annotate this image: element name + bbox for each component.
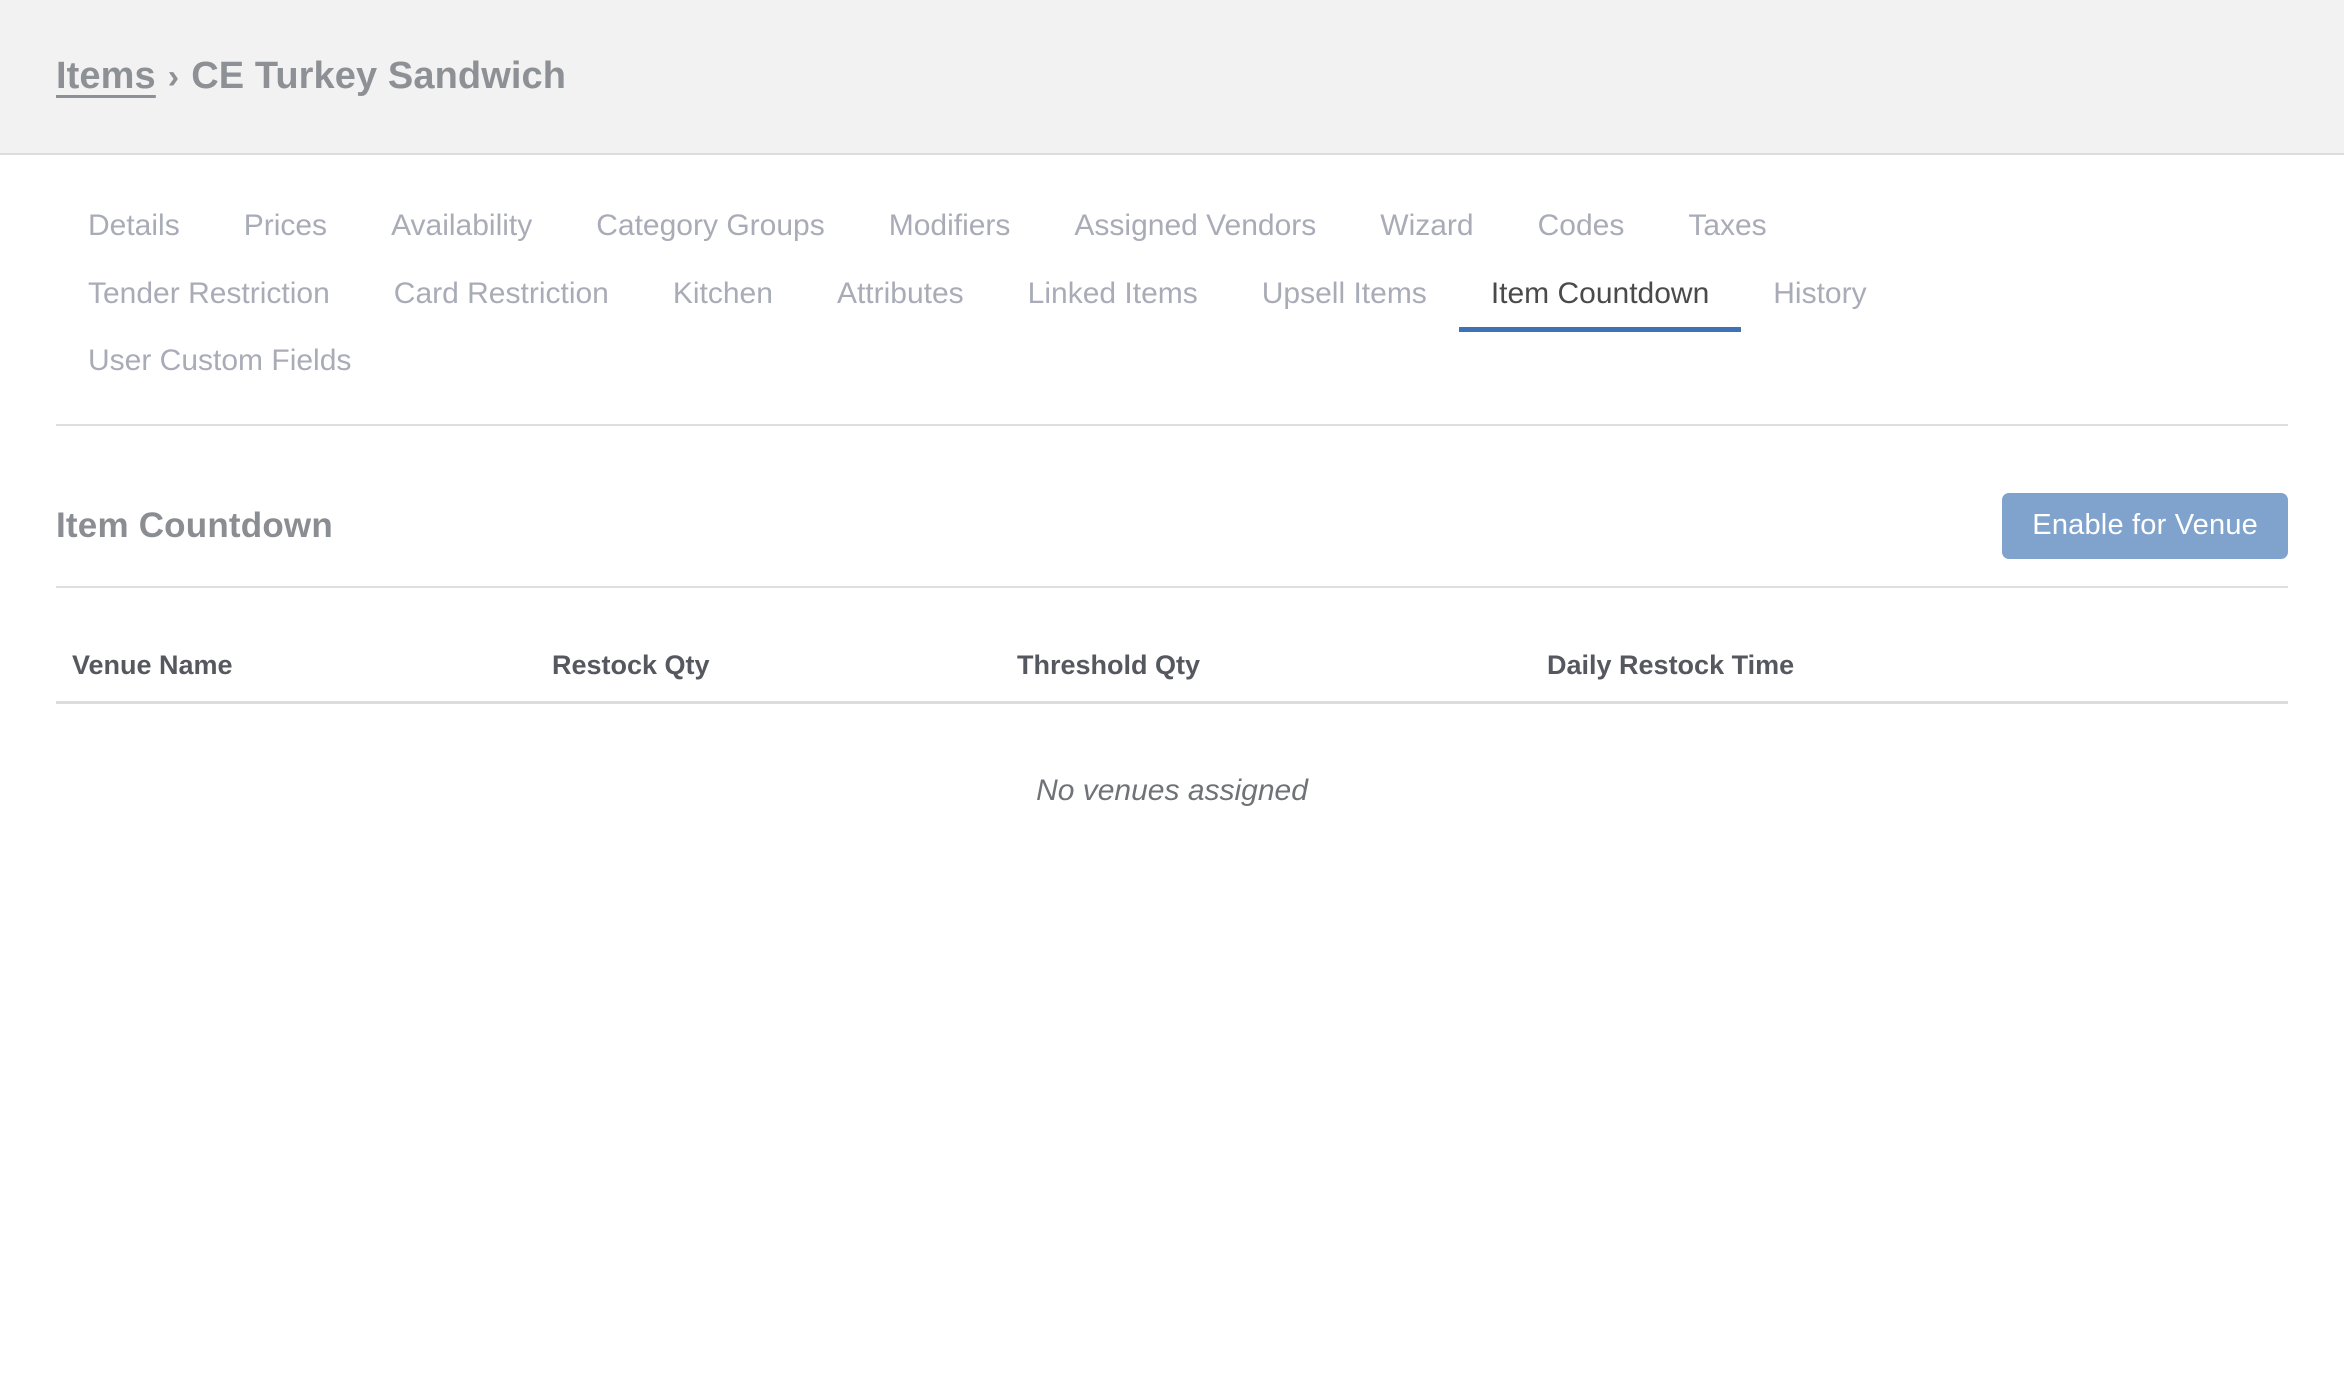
page-title: Item Countdown bbox=[56, 505, 333, 545]
tab-card-restriction[interactable]: Card Restriction bbox=[362, 265, 641, 333]
tab-item-countdown[interactable]: Item Countdown bbox=[1458, 265, 1742, 332]
tab-attributes[interactable]: Attributes bbox=[805, 265, 996, 333]
table-body: No venues assigned bbox=[56, 702, 2288, 808]
tab-navigation: Details Prices Availability Category Gro… bbox=[56, 155, 2288, 426]
column-header-restock-qty: Restock Qty bbox=[552, 587, 1017, 704]
breadcrumb: Items › CE Turkey Sandwich bbox=[56, 55, 566, 98]
breadcrumb-link-items[interactable]: Items bbox=[56, 55, 156, 98]
table-header: Venue Name Restock Qty Threshold Qty Dai… bbox=[56, 587, 2288, 704]
page-header: Items › CE Turkey Sandwich bbox=[0, 0, 2344, 155]
item-countdown-table: Venue Name Restock Qty Threshold Qty Dai… bbox=[56, 587, 2288, 808]
tab-linked-items[interactable]: Linked Items bbox=[996, 265, 1230, 333]
tab-history[interactable]: History bbox=[1741, 265, 1898, 333]
tab-row-2: Tender Restriction Card Restriction Kitc… bbox=[56, 265, 2288, 333]
breadcrumb-separator-icon: › bbox=[167, 58, 180, 96]
tab-upsell-items[interactable]: Upsell Items bbox=[1230, 265, 1459, 333]
tab-modifiers[interactable]: Modifiers bbox=[857, 197, 1043, 265]
tab-prices[interactable]: Prices bbox=[212, 197, 359, 265]
tab-assigned-vendors[interactable]: Assigned Vendors bbox=[1042, 197, 1348, 265]
enable-for-venue-button[interactable]: Enable for Venue bbox=[2002, 492, 2288, 559]
breadcrumb-current-item: CE Turkey Sandwich bbox=[191, 55, 567, 97]
tabs-region: Details Prices Availability Category Gro… bbox=[0, 155, 2344, 426]
column-header-daily-restock-time: Daily Restock Time bbox=[1547, 587, 2288, 704]
tab-wizard[interactable]: Wizard bbox=[1348, 197, 1505, 265]
tab-availability[interactable]: Availability bbox=[359, 197, 564, 265]
section-header: Item Countdown Enable for Venue bbox=[56, 426, 2288, 588]
venues-table-region: Venue Name Restock Qty Threshold Qty Dai… bbox=[56, 587, 2288, 808]
column-header-threshold-qty: Threshold Qty bbox=[1017, 587, 1547, 704]
empty-state-row: No venues assigned bbox=[56, 702, 2288, 808]
tab-details[interactable]: Details bbox=[56, 197, 212, 265]
empty-state-message: No venues assigned bbox=[1036, 773, 1308, 807]
table-header-row: Venue Name Restock Qty Threshold Qty Dai… bbox=[56, 587, 2288, 704]
tab-category-groups[interactable]: Category Groups bbox=[564, 197, 856, 265]
tab-taxes[interactable]: Taxes bbox=[1656, 197, 1798, 265]
tab-row-1: Details Prices Availability Category Gro… bbox=[56, 197, 2288, 265]
column-header-venue-name: Venue Name bbox=[56, 587, 552, 704]
tab-kitchen[interactable]: Kitchen bbox=[641, 265, 805, 333]
tab-row-3: User Custom Fields bbox=[56, 332, 2288, 400]
tab-user-custom-fields[interactable]: User Custom Fields bbox=[56, 332, 383, 400]
tab-tender-restriction[interactable]: Tender Restriction bbox=[56, 265, 362, 333]
tab-codes[interactable]: Codes bbox=[1506, 197, 1657, 265]
